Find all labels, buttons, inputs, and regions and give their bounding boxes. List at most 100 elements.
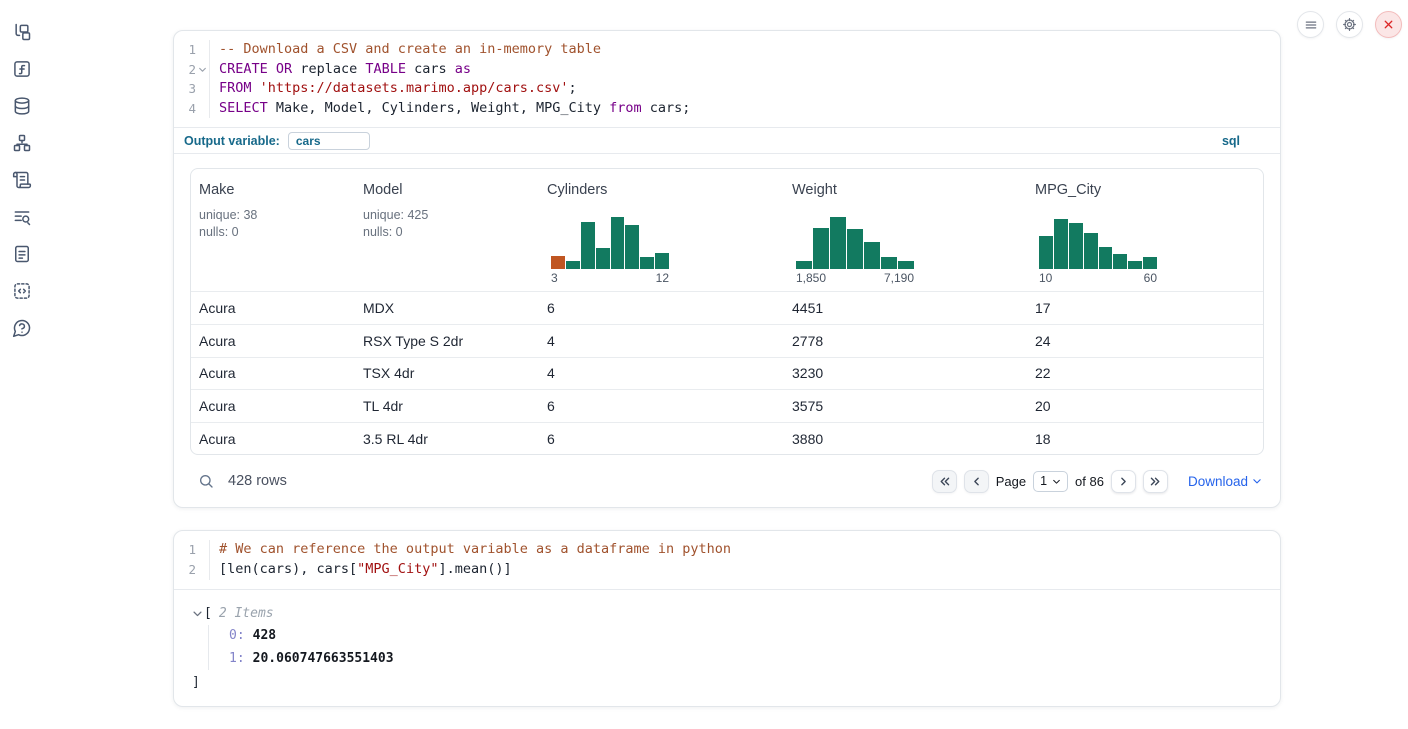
function-square-icon[interactable] bbox=[11, 58, 33, 80]
table-cell: Acura bbox=[191, 365, 355, 381]
table-header: Makeunique: 38nulls: 0Modelunique: 425nu… bbox=[191, 169, 1263, 291]
line-number: 2 bbox=[174, 560, 196, 580]
chevron-left-icon bbox=[970, 475, 983, 488]
histogram-bar bbox=[1099, 247, 1113, 269]
histogram-bars bbox=[551, 216, 669, 269]
page-select-value: 1 bbox=[1040, 474, 1047, 488]
chevron-down-icon bbox=[1252, 476, 1262, 486]
fold-chevron-icon[interactable] bbox=[196, 65, 209, 74]
code-line: 1 -- Download a CSV and create an in-memo… bbox=[174, 40, 1280, 60]
row-count: 428 rows bbox=[228, 473, 287, 489]
table-cell: 3.5 RL 4dr bbox=[355, 431, 539, 447]
code-token: cars; bbox=[642, 100, 691, 116]
code-snippets-icon[interactable] bbox=[11, 280, 33, 302]
line-number: 2 bbox=[174, 60, 196, 80]
code-token: "MPG_City" bbox=[357, 561, 438, 577]
histogram-bar bbox=[881, 257, 897, 269]
page-select[interactable]: 1 bbox=[1033, 471, 1068, 492]
table-cell: Acura bbox=[191, 398, 355, 414]
entry-value: 428 bbox=[253, 628, 276, 643]
close-icon bbox=[1382, 18, 1395, 31]
sql-cell: 1 -- Download a CSV and create an in-memo… bbox=[173, 30, 1281, 508]
column-header[interactable]: Makeunique: 38nulls: 0 bbox=[191, 169, 355, 291]
entry-index: 0: bbox=[229, 628, 245, 643]
language-tag[interactable]: sql bbox=[1222, 134, 1240, 148]
histogram-bar bbox=[596, 248, 610, 269]
histogram-bar bbox=[847, 229, 863, 269]
table-cell: 4451 bbox=[784, 300, 1027, 316]
menu-button[interactable] bbox=[1297, 11, 1324, 38]
page-label: Page bbox=[996, 474, 1026, 489]
table-cell: 3880 bbox=[784, 431, 1027, 447]
code-token: 'https://datasets.marimo.app/cars.csv' bbox=[260, 80, 569, 96]
code-token: [len(cars), cars[ bbox=[219, 561, 357, 577]
tree-body: 0: 428 1: 20.060747663551403 bbox=[208, 625, 1264, 670]
code-text: -- Download a CSV and create an in-memor… bbox=[219, 40, 601, 60]
settings-button[interactable] bbox=[1336, 11, 1363, 38]
scroll-logs-icon[interactable] bbox=[11, 169, 33, 191]
histogram-bar bbox=[611, 217, 625, 269]
histogram-axis-labels: 312 bbox=[551, 271, 669, 287]
prev-page-button[interactable] bbox=[964, 470, 989, 493]
close-bracket: ] bbox=[192, 675, 200, 690]
axis-min-label: 10 bbox=[1039, 271, 1052, 287]
code-token: ].mean()] bbox=[438, 561, 511, 577]
histogram-bar bbox=[581, 222, 595, 269]
tree-header: [ 2 Items bbox=[192, 603, 1264, 625]
line-gutter: 1 bbox=[174, 540, 210, 560]
sql-code-editor[interactable]: 1 -- Download a CSV and create an in-memo… bbox=[174, 31, 1280, 127]
line-gutter: 3 bbox=[174, 79, 210, 99]
code-token: as bbox=[455, 61, 471, 77]
code-line: 2 CREATE OR replace TABLE cars as bbox=[174, 60, 1280, 80]
pagination: Page 1 of 86 Download bbox=[932, 470, 1262, 493]
histogram-bar bbox=[640, 257, 654, 269]
code-text: FROM 'https://datasets.marimo.app/cars.c… bbox=[219, 79, 577, 99]
document-icon[interactable] bbox=[11, 243, 33, 265]
dependency-graph-icon[interactable] bbox=[11, 132, 33, 154]
line-gutter: 4 bbox=[174, 99, 210, 119]
column-histogram: 312 bbox=[551, 216, 669, 287]
code-token: SELECT bbox=[219, 100, 268, 116]
code-token bbox=[268, 61, 276, 77]
histogram-bar bbox=[1039, 236, 1053, 269]
column-header[interactable]: Weight1,8507,190 bbox=[784, 169, 1027, 291]
histogram-axis-labels: 1,8507,190 bbox=[796, 271, 914, 287]
python-cell: 1# We can reference the output variable … bbox=[173, 530, 1281, 706]
collapse-chevron-icon[interactable] bbox=[192, 608, 204, 619]
chevrons-right-icon bbox=[1149, 475, 1162, 488]
database-icon[interactable] bbox=[11, 95, 33, 117]
search-icon[interactable] bbox=[198, 473, 214, 489]
file-tree-icon[interactable] bbox=[11, 21, 33, 43]
column-header[interactable]: Cylinders312 bbox=[539, 169, 784, 291]
column-header[interactable]: Modelunique: 425nulls: 0 bbox=[355, 169, 539, 291]
next-page-button[interactable] bbox=[1111, 470, 1136, 493]
top-right-controls bbox=[1297, 11, 1402, 38]
table-cell: 6 bbox=[539, 398, 784, 414]
download-button[interactable]: Download bbox=[1188, 474, 1262, 489]
table-cell: 4 bbox=[539, 365, 784, 381]
entry-index: 1: bbox=[229, 651, 245, 666]
first-page-button[interactable] bbox=[932, 470, 957, 493]
last-page-button[interactable] bbox=[1143, 470, 1168, 493]
python-output: [ 2 Items 0: 428 1: 20.060747663551403 ] bbox=[174, 590, 1280, 706]
table-cell: Acura bbox=[191, 300, 355, 316]
histogram-bar bbox=[1084, 233, 1098, 269]
code-token: from bbox=[609, 100, 642, 116]
shutdown-button[interactable] bbox=[1375, 11, 1402, 38]
code-token: cars bbox=[406, 61, 455, 77]
python-code-editor[interactable]: 1# We can reference the output variable … bbox=[174, 531, 1280, 588]
line-number: 1 bbox=[174, 40, 196, 60]
data-table: Makeunique: 38nulls: 0Modelunique: 425nu… bbox=[190, 168, 1264, 455]
code-text: CREATE OR replace TABLE cars as bbox=[219, 60, 471, 80]
download-label: Download bbox=[1188, 474, 1248, 489]
line-number: 4 bbox=[174, 99, 196, 119]
entry-value: 20.060747663551403 bbox=[253, 651, 394, 666]
column-header[interactable]: MPG_City1060 bbox=[1027, 169, 1263, 291]
table-cell: TSX 4dr bbox=[355, 365, 539, 381]
text-search-icon[interactable] bbox=[11, 206, 33, 228]
help-bubble-icon[interactable] bbox=[11, 317, 33, 339]
code-line: 3 FROM 'https://datasets.marimo.app/cars.… bbox=[174, 79, 1280, 99]
histogram-bar bbox=[813, 228, 829, 269]
output-variable-input[interactable] bbox=[288, 132, 370, 150]
table-cell: 24 bbox=[1027, 333, 1263, 349]
